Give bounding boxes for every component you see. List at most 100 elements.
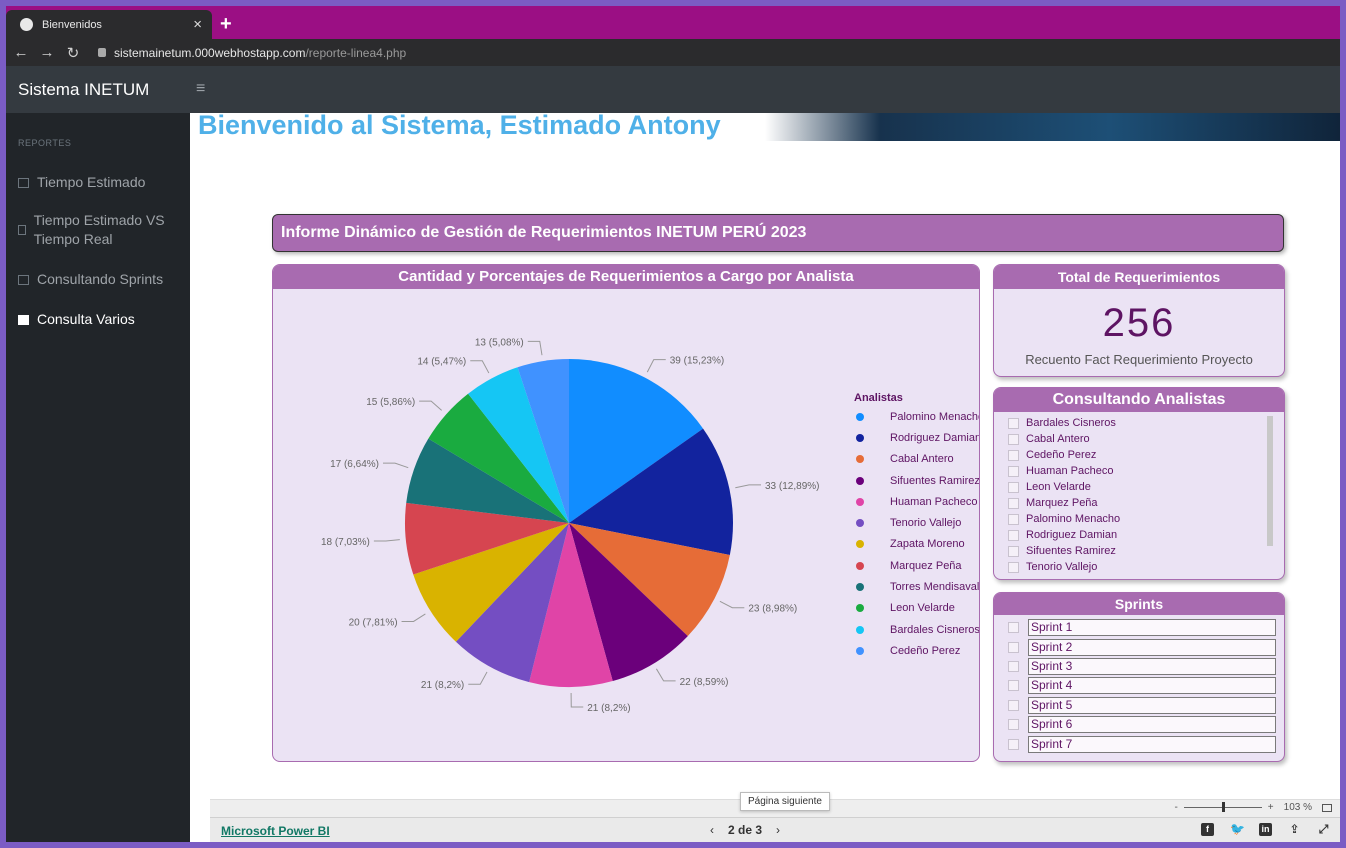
- report-header: Informe Dinámico de Gestión de Requerimi…: [272, 214, 1284, 252]
- zoom-in-button[interactable]: +: [1268, 802, 1274, 813]
- legend-item[interactable]: Zapata Moreno: [854, 534, 979, 555]
- analista-option[interactable]: Tenorio Vallejo: [1008, 559, 1284, 575]
- page-indicator: 2 de 3: [728, 823, 763, 837]
- data-label: 39 (15,23%): [670, 356, 724, 367]
- legend-marker: [856, 646, 864, 655]
- checkbox[interactable]: [1008, 561, 1019, 573]
- legend-item[interactable]: Palomino Menacho: [854, 406, 980, 427]
- legend-marker: [856, 625, 864, 634]
- checkbox[interactable]: [1008, 622, 1019, 634]
- sprint-option[interactable]: Sprint 4: [1008, 676, 1284, 695]
- analista-option[interactable]: Marquez Peña: [1008, 495, 1284, 511]
- checkbox[interactable]: [1008, 497, 1019, 509]
- sidebar-item-tiempo-estimado[interactable]: Tiempo Estimado: [18, 173, 145, 192]
- welcome-banner: Bienvenido al Sistema, Estimado Antony: [190, 113, 1340, 141]
- checkbox[interactable]: [1008, 465, 1019, 477]
- legend-item[interactable]: Sifuentes Ramirez: [854, 470, 980, 491]
- label-leader-line: [570, 692, 584, 708]
- checkbox[interactable]: [1008, 529, 1019, 541]
- legend-item[interactable]: Torres Mendisaval: [854, 576, 980, 597]
- checkbox[interactable]: [1008, 699, 1019, 711]
- analista-option[interactable]: Huaman Pacheco: [1008, 463, 1284, 479]
- checkbox[interactable]: [1008, 680, 1019, 692]
- analista-option[interactable]: Bardales Cisneros: [1008, 415, 1284, 431]
- next-page-button[interactable]: ›: [776, 823, 780, 837]
- checkbox[interactable]: [1008, 481, 1019, 493]
- menu-icon[interactable]: ≡: [196, 80, 205, 98]
- checkbox[interactable]: [1008, 513, 1019, 525]
- analista-option[interactable]: Rodriguez Damian: [1008, 527, 1284, 543]
- sprint-option[interactable]: Sprint 7: [1008, 734, 1284, 753]
- legend-marker: [856, 561, 864, 570]
- checkbox[interactable]: [1008, 433, 1019, 445]
- data-label: 21 (8,2%): [421, 680, 464, 691]
- legend-item[interactable]: Cabal Antero: [854, 449, 979, 470]
- checkbox[interactable]: [1008, 641, 1019, 653]
- sidebar-item-consulta-varios[interactable]: Consulta Varios: [18, 310, 135, 329]
- checkbox[interactable]: [1008, 449, 1019, 461]
- back-icon[interactable]: ←: [10, 44, 32, 61]
- legend-label: Sifuentes Ramirez: [890, 474, 980, 487]
- data-label: 13 (5,08%): [475, 337, 524, 348]
- label-leader-line: [719, 600, 745, 609]
- legend-item[interactable]: Tenorio Vallejo: [854, 512, 979, 533]
- url-field[interactable]: sistemainetum.000webhostapp.com/reporte-…: [114, 46, 406, 60]
- address-bar: ← → ↻ sistemainetum.000webhostapp.com/re…: [6, 39, 1340, 66]
- forward-icon[interactable]: →: [36, 44, 58, 61]
- tab-close-icon[interactable]: ×: [193, 16, 202, 33]
- label-leader-line: [735, 484, 762, 489]
- slicer-scrollbar[interactable]: [1267, 416, 1273, 546]
- analista-label: Cedeño Perez: [1026, 449, 1097, 461]
- legend-label: Palomino Menacho: [890, 410, 980, 423]
- analista-option[interactable]: Sifuentes Ramirez: [1008, 543, 1284, 559]
- analista-option[interactable]: Cabal Antero: [1008, 431, 1284, 447]
- analista-option[interactable]: Palomino Menacho: [1008, 511, 1284, 527]
- data-label: 22 (8,59%): [680, 677, 729, 688]
- checkbox[interactable]: [1008, 738, 1019, 750]
- legend-item[interactable]: Marquez Peña: [854, 555, 979, 576]
- share-icon[interactable]: ⇪: [1288, 823, 1301, 836]
- checkbox[interactable]: [1008, 660, 1019, 672]
- analista-option[interactable]: Cedeño Perez: [1008, 447, 1284, 463]
- legend-marker: [856, 604, 864, 613]
- data-label: 20 (7,81%): [349, 617, 398, 628]
- sprint-option[interactable]: Sprint 2: [1008, 637, 1284, 656]
- fullscreen-icon[interactable]: ⤢: [1317, 823, 1330, 836]
- zoom-out-button[interactable]: -: [1174, 802, 1177, 813]
- legend-label: Bardales Cisneros: [890, 623, 980, 636]
- sidebar-item-consultando-sprints[interactable]: Consultando Sprints: [18, 270, 163, 289]
- zoom-slider-handle[interactable]: [1221, 802, 1225, 812]
- browser-tab[interactable]: Bienvenidos ×: [6, 10, 212, 39]
- sprint-option[interactable]: Sprint 1: [1008, 618, 1284, 637]
- twitter-icon[interactable]: 🐦: [1230, 823, 1245, 836]
- checkbox[interactable]: [1008, 545, 1019, 557]
- app-brand[interactable]: Sistema INETUM: [18, 80, 149, 100]
- sprint-option[interactable]: Sprint 5: [1008, 696, 1284, 715]
- checkbox[interactable]: [1008, 417, 1019, 429]
- sidebar-item-tiempo-estimado-vs-real[interactable]: Tiempo Estimado VS Tiempo Real: [18, 211, 168, 249]
- new-tab-button[interactable]: +: [220, 13, 232, 36]
- fit-page-icon[interactable]: [1322, 803, 1332, 812]
- checkbox[interactable]: [1008, 719, 1019, 731]
- bar-chart-icon: [18, 275, 29, 285]
- legend-label: Huaman Pacheco: [890, 495, 978, 508]
- legend-item[interactable]: Cedeño Perez: [854, 640, 979, 661]
- prev-page-button[interactable]: ‹: [710, 823, 714, 837]
- facebook-icon[interactable]: f: [1201, 823, 1214, 836]
- url-path: /reporte-linea4.php: [305, 45, 407, 60]
- sprint-option[interactable]: Sprint 6: [1008, 715, 1284, 734]
- legend-item[interactable]: Rodriguez Damian: [854, 427, 979, 448]
- sprint-label: Sprint 1: [1028, 619, 1276, 637]
- label-leader-line: [468, 671, 488, 685]
- linkedin-icon[interactable]: in: [1259, 823, 1272, 836]
- legend-label: Torres Mendisaval: [890, 581, 980, 594]
- legend-item[interactable]: Leon Velarde: [854, 598, 979, 619]
- sprint-option[interactable]: Sprint 3: [1008, 657, 1284, 676]
- reload-icon[interactable]: ↻: [62, 44, 84, 62]
- powerbi-link[interactable]: Microsoft Power BI: [221, 824, 330, 838]
- legend-item[interactable]: Huaman Pacheco: [854, 491, 979, 512]
- legend-item[interactable]: Bardales Cisneros: [854, 619, 980, 640]
- analista-option[interactable]: Leon Velarde: [1008, 479, 1284, 495]
- sidebar-item-label: Tiempo Estimado VS Tiempo Real: [33, 212, 165, 247]
- zoom-slider[interactable]: [1183, 802, 1262, 812]
